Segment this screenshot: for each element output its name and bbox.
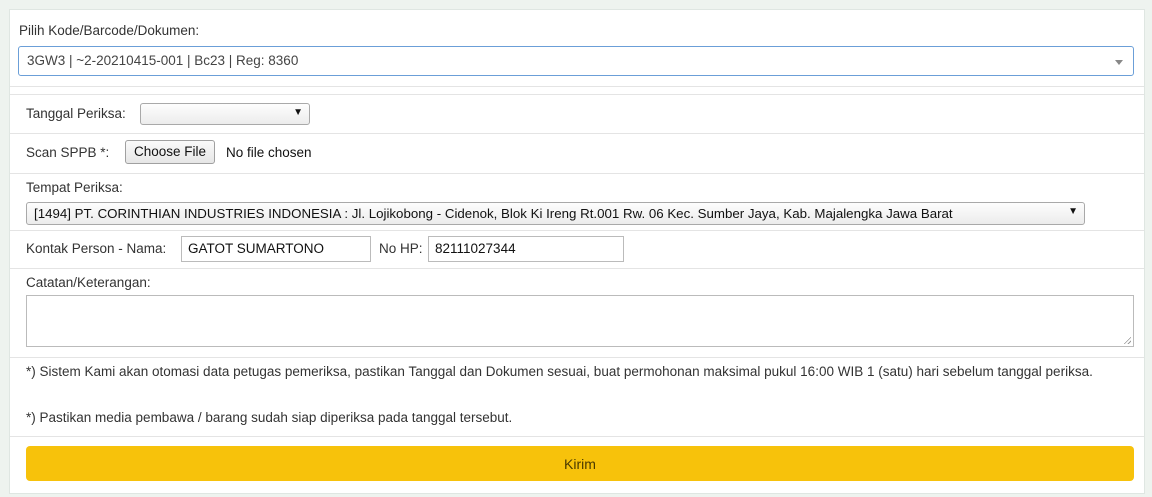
tanggal-row: Tanggal Periksa: ▼ [10, 94, 1144, 134]
kode-label: Pilih Kode/Barcode/Dokumen: [19, 23, 200, 38]
tempat-select[interactable]: [1494] PT. CORINTHIAN INDUSTRIES INDONES… [26, 202, 1085, 225]
note-automation: *) Sistem Kami akan otomasi data petugas… [26, 364, 1093, 379]
catatan-textarea[interactable] [26, 295, 1134, 347]
request-form-panel: Pilih Kode/Barcode/Dokumen: 3GW3 | ~2-20… [9, 9, 1145, 494]
kirim-button[interactable]: Kirim [26, 446, 1134, 481]
tanggal-select[interactable]: ▼ [140, 103, 310, 125]
tanggal-label: Tanggal Periksa: [26, 106, 126, 121]
kontak-name-input[interactable]: GATOT SUMARTONO [181, 236, 371, 262]
tempat-select-value: [1494] PT. CORINTHIAN INDUSTRIES INDONES… [34, 206, 953, 221]
hp-label: No HP: [379, 241, 423, 256]
hp-input[interactable]: 82111027344 [428, 236, 624, 262]
chevron-down-icon [1115, 60, 1123, 65]
choose-file-button[interactable]: Choose File [125, 140, 216, 164]
file-status-text: No file chosen [226, 145, 312, 160]
caret-down-icon: ▼ [293, 107, 303, 118]
tempat-row: Tempat Periksa: [1494] PT. CORINTHIAN IN… [10, 174, 1144, 231]
caret-down-icon: ▼ [1068, 206, 1078, 217]
kontak-label: Kontak Person - Nama: [26, 241, 167, 256]
scan-label: Scan SPPB *: [26, 145, 110, 160]
kode-select[interactable]: 3GW3 | ~2-20210415-001 | Bc23 | Reg: 836… [18, 46, 1134, 76]
notes-row: *) Sistem Kami akan otomasi data petugas… [10, 358, 1144, 437]
kode-row: Pilih Kode/Barcode/Dokumen: 3GW3 | ~2-20… [10, 10, 1144, 87]
scan-row: Scan SPPB *: Choose File No file chosen [10, 133, 1144, 174]
kontak-row: Kontak Person - Nama: GATOT SUMARTONO No… [10, 231, 1144, 269]
note-readiness: *) Pastikan media pembawa / barang sudah… [26, 410, 513, 425]
tempat-label: Tempat Periksa: [26, 180, 123, 195]
kode-select-value: 3GW3 | ~2-20210415-001 | Bc23 | Reg: 836… [27, 53, 299, 68]
resize-grip-icon[interactable] [1123, 336, 1131, 344]
catatan-label: Catatan/Keterangan: [26, 275, 151, 290]
